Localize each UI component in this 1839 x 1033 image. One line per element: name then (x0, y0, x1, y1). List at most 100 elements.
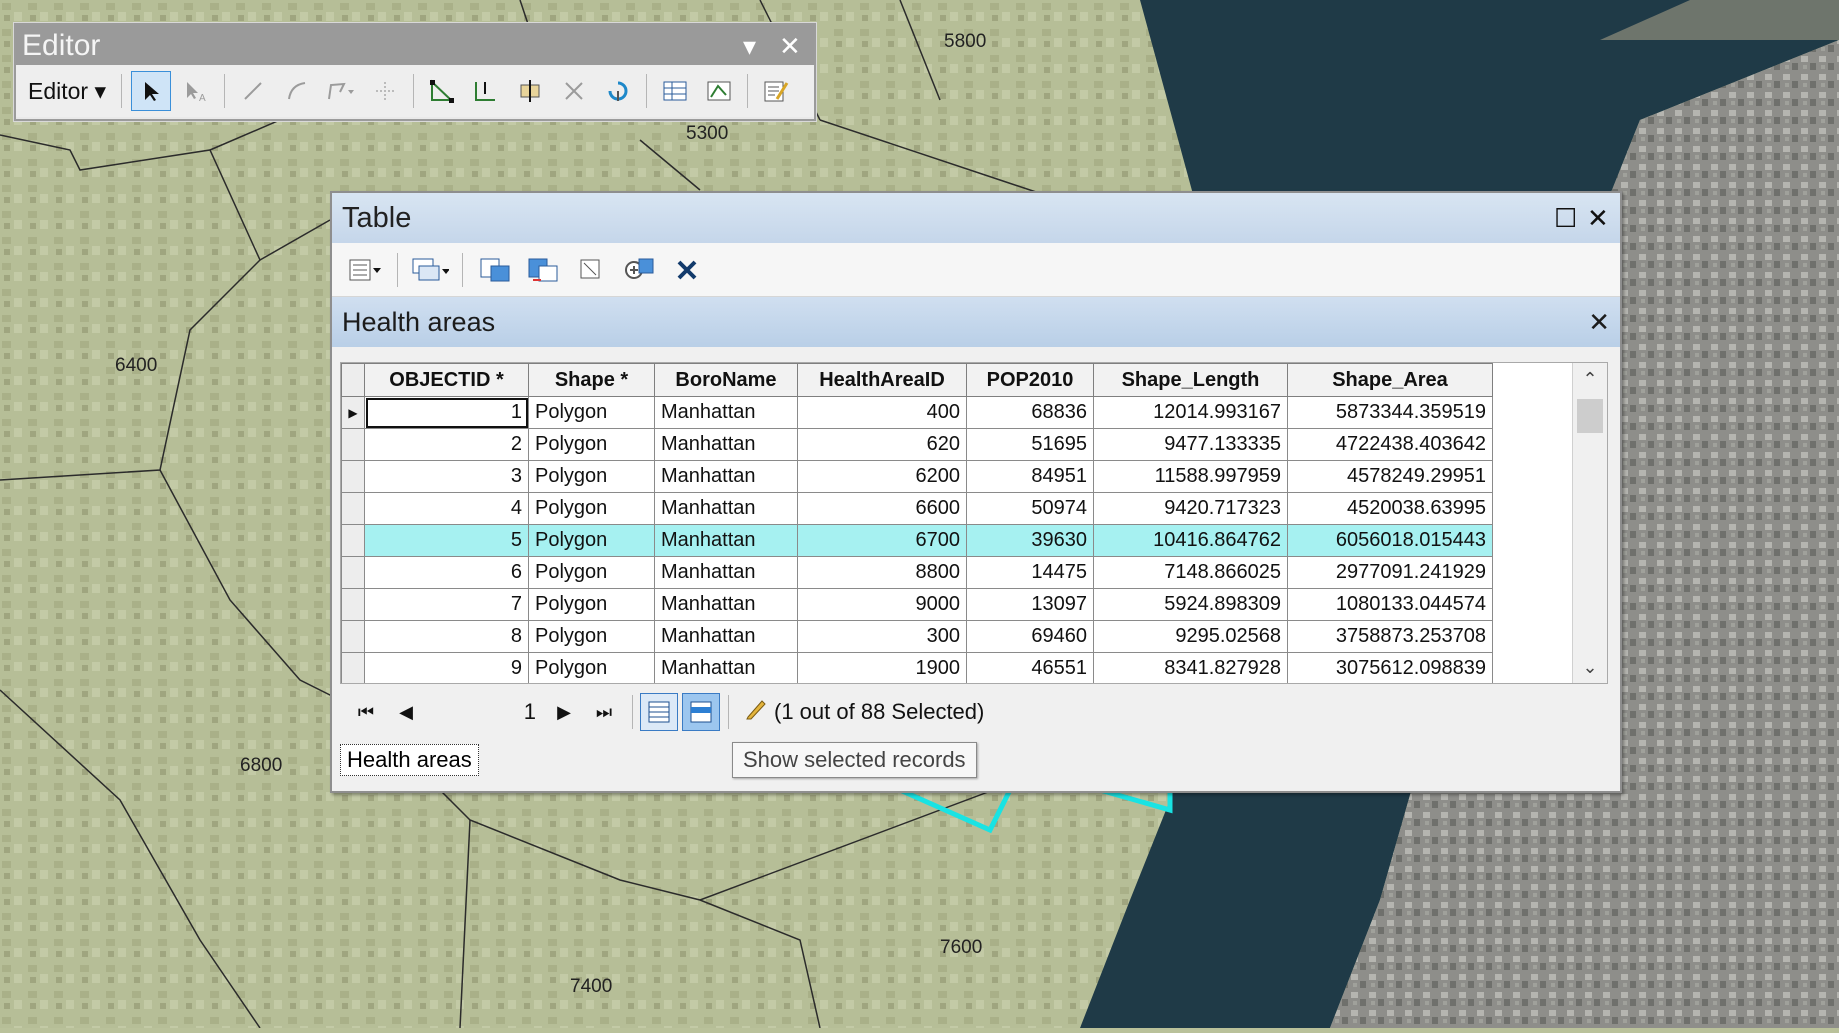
row-selector[interactable] (341, 428, 365, 461)
cell-objectid[interactable]: 2 (364, 428, 529, 461)
cell-objectid[interactable]: 4 (364, 492, 529, 525)
cell-healthareaid[interactable]: 400 (797, 396, 967, 429)
column-header-healthareaid[interactable]: HealthAreaID (797, 363, 967, 397)
cell-pop2010[interactable]: 13097 (966, 588, 1094, 621)
point-icon[interactable] (366, 72, 404, 110)
show-all-records-icon[interactable] (640, 693, 678, 731)
switch-selection-icon[interactable] (524, 251, 562, 289)
row-selector[interactable] (341, 652, 365, 683)
cell-boroname[interactable]: Manhattan (654, 460, 798, 493)
table-row[interactable]: 9 Polygon Manhattan 1900 46551 8341.827928 307… (341, 652, 1493, 683)
cell-boroname[interactable]: Manhattan (654, 396, 798, 429)
cell-healthareaid[interactable]: 1900 (797, 652, 967, 683)
zoom-to-selected-icon[interactable] (620, 251, 658, 289)
cell-shape-area[interactable]: 4520038.63995 (1287, 492, 1493, 525)
rotate-icon[interactable] (599, 72, 637, 110)
previous-record-icon[interactable]: ◀ (386, 702, 426, 723)
cell-pop2010[interactable]: 39630 (966, 524, 1094, 557)
editor-titlebar[interactable]: Editor ▾ ✕ (16, 25, 814, 65)
table-window[interactable]: Table ☐ ✕ Health areas ✕ OBJECTID * Shap… (330, 191, 1622, 793)
cell-pop2010[interactable]: 14475 (966, 556, 1094, 589)
end-point-arc-icon[interactable] (278, 72, 316, 110)
cell-healthareaid[interactable]: 8800 (797, 556, 967, 589)
table-row[interactable]: 5 Polygon Manhattan 6700 39630 10416.864762 60… (341, 524, 1493, 557)
cell-boroname[interactable]: Manhattan (654, 556, 798, 589)
editor-toolbar[interactable]: Editor ▾ ✕ Editor ▾ A (14, 23, 816, 121)
cell-objectid[interactable]: 1 (364, 396, 529, 429)
edit-tool-icon[interactable] (131, 71, 172, 111)
cell-shape-length[interactable]: 9477.133335 (1093, 428, 1288, 461)
tab-health-areas[interactable]: Health areas (340, 744, 479, 776)
column-header-shape[interactable]: Shape * (528, 363, 655, 397)
cell-shape[interactable]: Polygon (528, 428, 655, 461)
table-row[interactable]: 6 Polygon Manhattan 8800 14475 7148.866025 297… (341, 556, 1493, 589)
cell-objectid[interactable]: 9 (364, 652, 529, 683)
table-row[interactable]: 4 Polygon Manhattan 6600 50974 9420.717323 452… (341, 492, 1493, 525)
cell-healthareaid[interactable]: 6200 (797, 460, 967, 493)
cell-healthareaid[interactable]: 6700 (797, 524, 967, 557)
cell-healthareaid[interactable]: 6600 (797, 492, 967, 525)
cell-boroname[interactable]: Manhattan (654, 620, 798, 653)
maximize-icon[interactable]: ☐ (1554, 193, 1577, 243)
cell-objectid[interactable]: 8 (364, 620, 529, 653)
cell-healthareaid[interactable]: 300 (797, 620, 967, 653)
scroll-up-icon[interactable]: ⌃ (1573, 363, 1607, 395)
cell-shape-area[interactable]: 2977091.241929 (1287, 556, 1493, 589)
cell-boroname[interactable]: Manhattan (654, 428, 798, 461)
last-record-icon[interactable]: ⏭ (584, 702, 624, 723)
trace-icon[interactable] (322, 72, 360, 110)
close-icon[interactable]: ✕ (1588, 297, 1610, 347)
split-tool-icon[interactable] (555, 72, 593, 110)
column-header-pop2010[interactable]: POP2010 (966, 363, 1094, 397)
column-header-shape-area[interactable]: Shape_Area (1287, 363, 1493, 397)
cell-shape-area[interactable]: 5873344.359519 (1287, 396, 1493, 429)
row-selector[interactable] (341, 620, 365, 653)
table-row[interactable]: 8 Polygon Manhattan 300 69460 9295.02568 37588… (341, 620, 1493, 653)
cell-shape[interactable]: Polygon (528, 620, 655, 653)
cell-objectid[interactable]: 7 (364, 588, 529, 621)
cell-shape-length[interactable]: 11588.997959 (1093, 460, 1288, 493)
current-record-input[interactable]: 1 (426, 699, 544, 725)
cell-shape-length[interactable]: 12014.993167 (1093, 396, 1288, 429)
cell-shape[interactable]: Polygon (528, 556, 655, 589)
cell-pop2010[interactable]: 68836 (966, 396, 1094, 429)
cell-shape[interactable]: Polygon (528, 396, 655, 429)
cell-shape-length[interactable]: 10416.864762 (1093, 524, 1288, 557)
edit-annotation-icon[interactable]: A (177, 72, 215, 110)
table-row[interactable]: 2 Polygon Manhattan 620 51695 9477.133335 4722… (341, 428, 1493, 461)
cell-boroname[interactable]: Manhattan (654, 492, 798, 525)
cell-objectid[interactable]: 5 (364, 524, 529, 557)
cell-shape[interactable]: Polygon (528, 524, 655, 557)
cell-boroname[interactable]: Manhattan (654, 524, 798, 557)
clear-selection-icon[interactable] (572, 251, 610, 289)
row-selector[interactable] (341, 588, 365, 621)
show-selected-records-icon[interactable] (682, 693, 720, 731)
cell-shape-area[interactable]: 6056018.015443 (1287, 524, 1493, 557)
first-record-icon[interactable]: ⏮ (346, 702, 386, 723)
cell-shape-length[interactable]: 8341.827928 (1093, 652, 1288, 683)
column-header-boroname[interactable]: BoroName (654, 363, 798, 397)
cell-objectid[interactable]: 3 (364, 460, 529, 493)
cell-shape[interactable]: Polygon (528, 588, 655, 621)
close-icon[interactable]: ✕ (1587, 193, 1609, 243)
table-titlebar[interactable]: Table ☐ ✕ (332, 193, 1620, 243)
cell-pop2010[interactable]: 46551 (966, 652, 1094, 683)
row-selector[interactable] (341, 460, 365, 493)
cell-shape[interactable]: Polygon (528, 460, 655, 493)
delete-selected-icon[interactable] (668, 251, 706, 289)
table-options-icon[interactable] (346, 251, 384, 289)
row-selector[interactable]: ▶ (341, 396, 365, 429)
attribute-grid[interactable]: OBJECTID * Shape * BoroName HealthAreaID… (340, 362, 1608, 684)
row-header-corner[interactable] (341, 363, 365, 397)
cell-shape-area[interactable]: 4578249.29951 (1287, 460, 1493, 493)
cell-pop2010[interactable]: 69460 (966, 620, 1094, 653)
next-record-icon[interactable]: ▶ (544, 702, 584, 723)
cell-healthareaid[interactable]: 620 (797, 428, 967, 461)
row-selector[interactable] (341, 556, 365, 589)
column-header-shape-length[interactable]: Shape_Length (1093, 363, 1288, 397)
table-row[interactable]: 3 Polygon Manhattan 6200 84951 11588.997959 45… (341, 460, 1493, 493)
cell-shape[interactable]: Polygon (528, 492, 655, 525)
row-selector[interactable] (341, 492, 365, 525)
cell-shape-area[interactable]: 1080133.044574 (1287, 588, 1493, 621)
table-row[interactable]: ▶ 1 Polygon Manhattan 400 68836 12014.993167 58… (341, 396, 1493, 429)
